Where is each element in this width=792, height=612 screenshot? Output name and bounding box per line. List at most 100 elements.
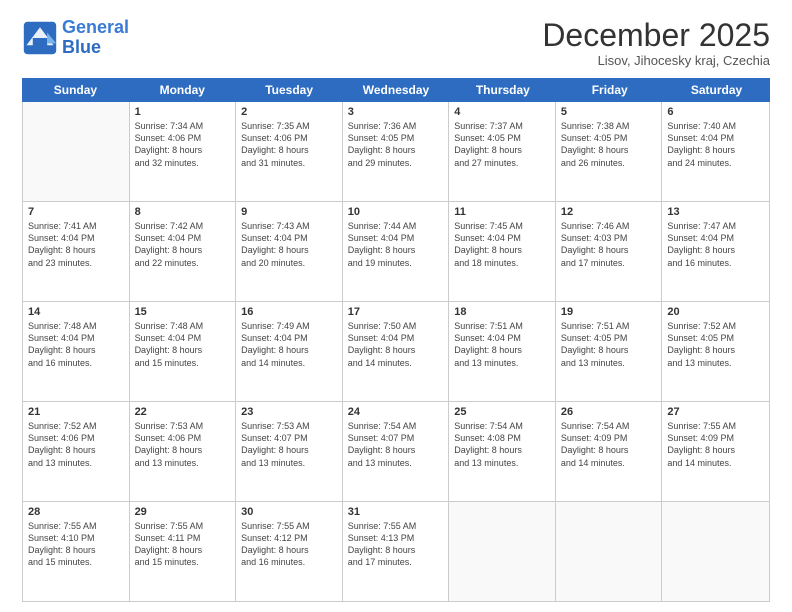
calendar-week-1: 1 Sunrise: 7:34 AM Sunset: 4:06 PM Daylig… [23,102,769,202]
day-number: 21 [28,406,124,418]
day-number: 20 [667,306,764,318]
cell-info: Sunrise: 7:42 AM Sunset: 4:04 PM Dayligh… [135,220,231,269]
cell-info: Sunrise: 7:34 AM Sunset: 4:06 PM Dayligh… [135,120,231,169]
table-row: 14Sunrise: 7:48 AM Sunset: 4:04 PM Dayli… [23,302,130,401]
day-number: 6 [667,106,764,118]
cell-info: Sunrise: 7:51 AM Sunset: 4:04 PM Dayligh… [454,320,550,369]
day-number: 24 [348,406,444,418]
table-row: 2 Sunrise: 7:35 AM Sunset: 4:06 PM Daylig… [236,102,343,201]
table-row: 30Sunrise: 7:55 AM Sunset: 4:12 PM Dayli… [236,502,343,601]
logo: General Blue [22,18,129,58]
calendar-week-2: 7 Sunrise: 7:41 AM Sunset: 4:04 PM Daylig… [23,202,769,302]
day-number: 30 [241,506,337,518]
logo-text: General Blue [62,18,129,58]
day-number: 13 [667,206,764,218]
day-number: 12 [561,206,657,218]
day-number: 2 [241,106,337,118]
table-row [662,502,769,601]
day-number: 4 [454,106,550,118]
table-row: 28 Sunrise: 7:55 AM Sunset: 4:10 PM Dayli… [23,502,130,601]
cell-info: Sunrise: 7:46 AM Sunset: 4:03 PM Dayligh… [561,220,657,269]
table-row: 22 Sunrise: 7:53 AM Sunset: 4:06 PM Dayli… [130,402,237,501]
day-header-saturday: Saturday [663,78,770,102]
cell-info: Sunrise: 7:50 AM Sunset: 4:04 PM Dayligh… [348,320,444,369]
calendar-week-4: 21 Sunrise: 7:52 AM Sunset: 4:06 PM Dayli… [23,402,769,502]
day-number: 1 [135,106,231,118]
page-title: December 2025 [542,18,770,53]
day-number: 10 [348,206,444,218]
cell-info: Sunrise: 7:36 AM Sunset: 4:05 PM Dayligh… [348,120,444,169]
cell-info: Sunrise: 7:55 AM Sunset: 4:10 PM Dayligh… [28,520,124,569]
table-row: 26 Sunrise: 7:54 AM Sunset: 4:09 PM Dayli… [556,402,663,501]
cell-info: Sunrise: 7:53 AM Sunset: 4:07 PM Dayligh… [241,420,337,469]
table-row: 15 Sunrise: 7:48 AM Sunset: 4:04 PM Dayli… [130,302,237,401]
cell-info: Sunrise: 7:55 AM Sunset: 4:09 PM Dayligh… [667,420,764,469]
day-number: 8 [135,206,231,218]
cell-info: Sunrise: 7:38 AM Sunset: 4:05 PM Dayligh… [561,120,657,169]
cell-info: Sunrise: 7:45 AM Sunset: 4:04 PM Dayligh… [454,220,550,269]
table-row: 27Sunrise: 7:55 AM Sunset: 4:09 PM Dayli… [662,402,769,501]
day-number: 15 [135,306,231,318]
cell-info: Sunrise: 7:55 AM Sunset: 4:11 PM Dayligh… [135,520,231,569]
table-row: 18 Sunrise: 7:51 AM Sunset: 4:04 PM Dayli… [449,302,556,401]
day-header-friday: Friday [556,78,663,102]
day-number: 28 [28,506,124,518]
day-number: 29 [135,506,231,518]
title-block: December 2025 Lisov, Jihocesky kraj, Cze… [542,18,770,68]
table-row: 7 Sunrise: 7:41 AM Sunset: 4:04 PM Daylig… [23,202,130,301]
calendar-week-3: 14 Sunrise: 7:48 AM Sunset: 4:04 PM Dayli… [23,302,769,402]
table-row: 10 Sunrise: 7:44 AM Sunset: 4:04 PM Dayli… [343,202,450,301]
day-header-tuesday: Tuesday [236,78,343,102]
table-row: 13 Sunrise: 7:47 AM Sunset: 4:04 PM Dayli… [662,202,769,301]
cell-info: Sunrise: 7:52 AM Sunset: 4:06 PM Dayligh… [28,420,124,469]
day-number: 3 [348,106,444,118]
table-row: 20 Sunrise: 7:52 AM Sunset: 4:05 PM Dayli… [662,302,769,401]
calendar-body-wrapper: 1 Sunrise: 7:34 AM Sunset: 4:06 PM Daylig… [22,102,770,602]
calendar-week-5: 28 Sunrise: 7:55 AM Sunset: 4:10 PM Dayli… [23,502,769,601]
table-row: 16Sunrise: 7:49 AM Sunset: 4:04 PM Dayli… [236,302,343,401]
day-number: 18 [454,306,550,318]
header: General Blue December 2025 Lisov, Jihoce… [22,18,770,68]
cell-info: Sunrise: 7:47 AM Sunset: 4:04 PM Dayligh… [667,220,764,269]
table-row [556,502,663,601]
cell-info: Sunrise: 7:44 AM Sunset: 4:04 PM Dayligh… [348,220,444,269]
cell-info: Sunrise: 7:53 AM Sunset: 4:06 PM Dayligh… [135,420,231,469]
cell-info: Sunrise: 7:54 AM Sunset: 4:07 PM Dayligh… [348,420,444,469]
table-row: 11 Sunrise: 7:45 AM Sunset: 4:04 PM Dayli… [449,202,556,301]
day-number: 11 [454,206,550,218]
cell-info: Sunrise: 7:48 AM Sunset: 4:04 PM Dayligh… [135,320,231,369]
table-row: 6 Sunrise: 7:40 AM Sunset: 4:04 PM Daylig… [662,102,769,201]
day-number: 7 [28,206,124,218]
day-number: 22 [135,406,231,418]
cell-info: Sunrise: 7:35 AM Sunset: 4:06 PM Dayligh… [241,120,337,169]
day-number: 16 [241,306,337,318]
calendar-body: 1 Sunrise: 7:34 AM Sunset: 4:06 PM Daylig… [23,102,769,601]
cell-info: Sunrise: 7:40 AM Sunset: 4:04 PM Dayligh… [667,120,764,169]
table-row: 19Sunrise: 7:51 AM Sunset: 4:05 PM Dayli… [556,302,663,401]
cell-info: Sunrise: 7:52 AM Sunset: 4:05 PM Dayligh… [667,320,764,369]
table-row [23,102,130,201]
day-number: 14 [28,306,124,318]
table-row [449,502,556,601]
table-row: 25 Sunrise: 7:54 AM Sunset: 4:08 PM Dayli… [449,402,556,501]
table-row: 5Sunrise: 7:38 AM Sunset: 4:05 PM Daylig… [556,102,663,201]
cell-info: Sunrise: 7:51 AM Sunset: 4:05 PM Dayligh… [561,320,657,369]
page: General Blue December 2025 Lisov, Jihoce… [0,0,792,612]
cell-info: Sunrise: 7:41 AM Sunset: 4:04 PM Dayligh… [28,220,124,269]
calendar-header: SundayMondayTuesdayWednesdayThursdayFrid… [22,78,770,102]
day-number: 26 [561,406,657,418]
day-number: 31 [348,506,444,518]
cell-info: Sunrise: 7:54 AM Sunset: 4:08 PM Dayligh… [454,420,550,469]
day-number: 23 [241,406,337,418]
day-header-thursday: Thursday [449,78,556,102]
logo-icon [22,20,58,56]
table-row: 3 Sunrise: 7:36 AM Sunset: 4:05 PM Daylig… [343,102,450,201]
day-number: 9 [241,206,337,218]
cell-info: Sunrise: 7:54 AM Sunset: 4:09 PM Dayligh… [561,420,657,469]
table-row: 9Sunrise: 7:43 AM Sunset: 4:04 PM Daylig… [236,202,343,301]
day-header-monday: Monday [129,78,236,102]
table-row: 1 Sunrise: 7:34 AM Sunset: 4:06 PM Daylig… [130,102,237,201]
table-row: 23 Sunrise: 7:53 AM Sunset: 4:07 PM Dayli… [236,402,343,501]
day-number: 25 [454,406,550,418]
table-row: 21 Sunrise: 7:52 AM Sunset: 4:06 PM Dayli… [23,402,130,501]
